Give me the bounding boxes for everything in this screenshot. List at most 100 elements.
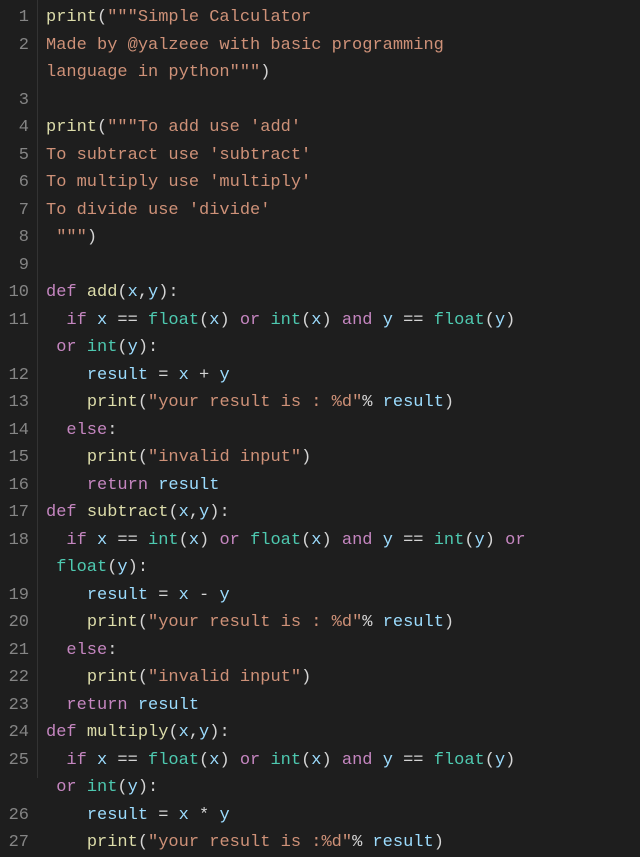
token-punct: ): [219, 311, 229, 330]
code-line[interactable]: def add(x,y):: [46, 279, 632, 307]
token-var: y: [219, 586, 229, 605]
token-op: ==: [393, 311, 434, 330]
token-punct: ): [434, 833, 444, 852]
token-str: """: [46, 228, 87, 247]
token-punct: ,: [189, 723, 199, 742]
code-line[interactable]: result = x * y: [46, 802, 632, 830]
token-op: *: [189, 806, 220, 825]
token-op: ==: [107, 311, 148, 330]
token-kw: or: [240, 751, 260, 770]
code-line[interactable]: print("""Simple Calculator: [46, 4, 632, 32]
token-var: result: [87, 366, 148, 385]
token-str: "invalid input": [148, 668, 301, 687]
token-op: =: [148, 366, 179, 385]
token-punct: (: [138, 668, 148, 687]
code-line[interactable]: or int(y):: [46, 334, 632, 362]
token-punct: :: [107, 641, 117, 660]
token-op: =: [148, 586, 179, 605]
token-punct: ): [260, 63, 270, 82]
code-line[interactable]: def multiply(x,y):: [46, 719, 632, 747]
code-line[interactable]: else:: [46, 417, 632, 445]
token-op: [46, 448, 87, 467]
code-line[interactable]: return result: [46, 692, 632, 720]
code-line[interactable]: if x == int(x) or float(x) and y == int(…: [46, 527, 632, 555]
token-op: [46, 613, 87, 632]
code-line[interactable]: To multiply use 'multiply': [46, 169, 632, 197]
line-number: 5: [6, 142, 29, 170]
code-line[interactable]: print("your result is : %d"% result): [46, 389, 632, 417]
token-op: [46, 641, 66, 660]
code-line[interactable]: result = x - y: [46, 582, 632, 610]
token-op: %: [362, 613, 382, 632]
token-op: [77, 778, 87, 797]
line-number: 1: [6, 4, 29, 32]
line-number: 24: [6, 719, 29, 747]
token-var: y: [475, 531, 485, 550]
code-content[interactable]: print("""Simple CalculatorMade by @yalze…: [38, 0, 640, 778]
code-line[interactable]: print("invalid input"): [46, 444, 632, 472]
line-number: 10: [6, 279, 29, 307]
line-number: 11: [6, 307, 29, 335]
token-fn: print: [46, 8, 97, 27]
token-op: [373, 531, 383, 550]
code-line[interactable]: or int(y):: [46, 774, 632, 802]
token-op: [495, 531, 505, 550]
code-editor[interactable]: 1234567891011121314151617181920212223242…: [0, 0, 640, 778]
code-line[interactable]: print("your result is :%d"% result): [46, 829, 632, 857]
code-line[interactable]: """): [46, 224, 632, 252]
token-op: [46, 531, 66, 550]
token-param: x: [128, 283, 138, 302]
code-line[interactable]: Made by @yalzeee with basic programming: [46, 32, 632, 60]
token-op: [77, 283, 87, 302]
token-punct: ,: [138, 283, 148, 302]
code-line[interactable]: result = x + y: [46, 362, 632, 390]
code-line[interactable]: To subtract use 'subtract': [46, 142, 632, 170]
token-op: [46, 476, 87, 495]
code-line[interactable]: print("invalid input"): [46, 664, 632, 692]
code-line[interactable]: return result: [46, 472, 632, 500]
token-op: [87, 751, 97, 770]
token-var: y: [383, 531, 393, 550]
token-op: +: [189, 366, 220, 385]
token-str: """To add use 'add': [107, 118, 301, 137]
code-line[interactable]: To divide use 'divide': [46, 197, 632, 225]
token-builtin: int: [87, 778, 118, 797]
token-punct: ): [301, 668, 311, 687]
token-fn: print: [87, 613, 138, 632]
token-var: result: [138, 696, 199, 715]
token-punct: (: [107, 558, 117, 577]
code-line[interactable]: language in python"""): [46, 59, 632, 87]
token-str: "invalid input": [148, 448, 301, 467]
code-line[interactable]: def subtract(x,y):: [46, 499, 632, 527]
token-op: [332, 531, 342, 550]
code-line[interactable]: if x == float(x) or int(x) and y == floa…: [46, 307, 632, 335]
code-line[interactable]: [46, 87, 632, 115]
code-line[interactable]: if x == float(x) or int(x) and y == floa…: [46, 747, 632, 775]
token-punct: (: [138, 393, 148, 412]
token-op: [46, 311, 66, 330]
code-line[interactable]: print("your result is : %d"% result): [46, 609, 632, 637]
token-op: [46, 558, 56, 577]
code-line[interactable]: float(y):: [46, 554, 632, 582]
token-punct: (: [117, 283, 127, 302]
token-builtin: float: [148, 751, 199, 770]
token-kw: if: [66, 311, 86, 330]
code-line[interactable]: print("""To add use 'add': [46, 114, 632, 142]
token-str: """Simple Calculator: [107, 8, 311, 27]
token-punct: (: [301, 751, 311, 770]
code-line[interactable]: else:: [46, 637, 632, 665]
token-kw: and: [342, 751, 373, 770]
token-punct: ):: [138, 778, 158, 797]
token-kw: else: [66, 641, 107, 660]
line-number: 14: [6, 417, 29, 445]
token-builtin: int: [434, 531, 465, 550]
token-punct: ): [485, 531, 495, 550]
code-line[interactable]: [46, 252, 632, 280]
token-var: y: [383, 751, 393, 770]
token-punct: ,: [189, 503, 199, 522]
token-param: y: [148, 283, 158, 302]
token-kw: or: [240, 311, 260, 330]
token-fn: print: [46, 118, 97, 137]
token-var: y: [128, 778, 138, 797]
token-kw: if: [66, 531, 86, 550]
